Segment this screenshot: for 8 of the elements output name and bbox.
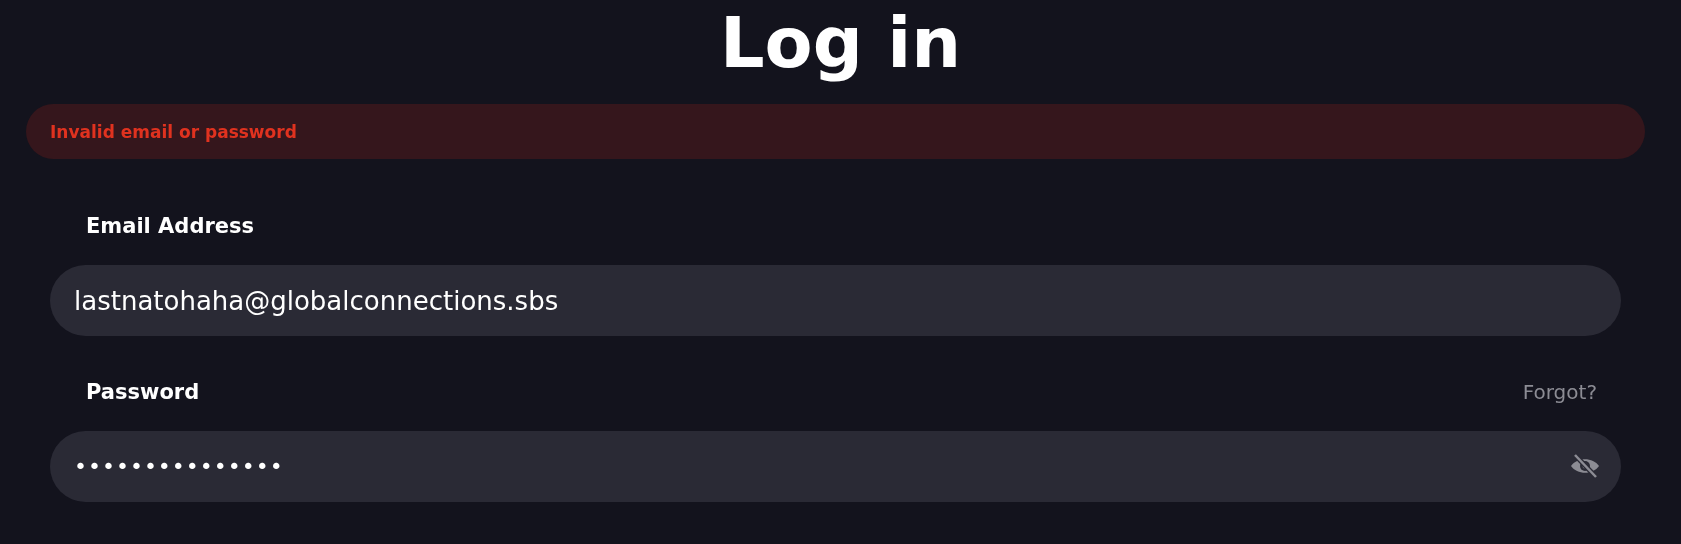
password-field[interactable]: •••••••••••••••: [50, 431, 1621, 502]
email-field[interactable]: lastnatohaha@globalconnections.sbs: [50, 265, 1621, 336]
page-title: Log in: [720, 1, 961, 86]
field-label: Email Address: [86, 214, 255, 238]
forgot-link[interactable]: Forgot?: [1522, 380, 1597, 404]
eye-slash-icon[interactable]: [1569, 453, 1601, 479]
error-message: Invalid email or password: [50, 121, 297, 142]
field-label: Password: [86, 380, 200, 404]
